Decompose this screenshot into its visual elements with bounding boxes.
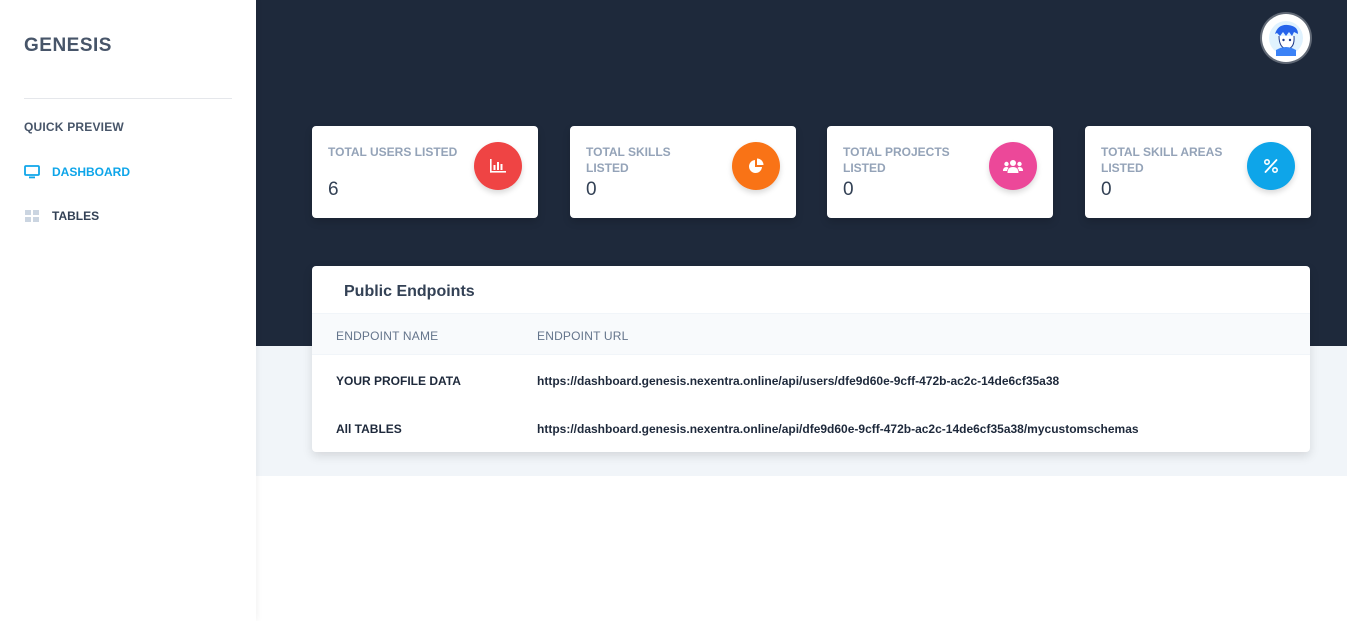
percent-icon	[1247, 142, 1295, 190]
table-row: YOUR PROFILE DATA https://dashboard.gene…	[312, 355, 1310, 403]
column-header-url: ENDPOINT URL	[537, 329, 629, 343]
stat-value: 0	[1101, 179, 1112, 200]
endpoint-url[interactable]: https://dashboard.genesis.nexentra.onlin…	[537, 422, 1139, 436]
sidebar-item-label: DASHBOARD	[52, 165, 130, 179]
stat-value: 0	[586, 179, 597, 200]
endpoint-name: YOUR PROFILE DATA	[336, 374, 461, 388]
stat-label: TOTAL SKILL AREAS LISTED	[1101, 145, 1223, 175]
table-row: All TABLES https://dashboard.genesis.nex…	[312, 403, 1310, 451]
stat-card-skill-areas: TOTAL SKILL AREAS LISTED 0	[1085, 126, 1311, 218]
sidebar-divider	[24, 98, 232, 99]
panel-title: Public Endpoints	[344, 283, 475, 300]
sidebar-item-dashboard[interactable]: DASHBOARD	[24, 165, 130, 179]
endpoint-name: All TABLES	[336, 422, 402, 436]
section-title: QUICK PREVIEW	[24, 120, 124, 134]
avatar-icon	[1269, 21, 1303, 56]
stat-label: TOTAL PROJECTS LISTED	[843, 145, 950, 175]
stat-value: 0	[843, 179, 854, 200]
endpoint-url[interactable]: https://dashboard.genesis.nexentra.onlin…	[537, 374, 1059, 388]
table-header: ENDPOINT NAME ENDPOINT URL	[312, 313, 1310, 355]
stat-card-skills: TOTAL SKILLS LISTED 0	[570, 126, 796, 218]
sidebar-item-tables[interactable]: TABLES	[24, 209, 99, 223]
stat-card-users: TOTAL USERS LISTED 6	[312, 126, 538, 218]
stat-value: 6	[328, 179, 339, 200]
column-header-name: ENDPOINT NAME	[336, 329, 439, 343]
brand-logo[interactable]: GENESIS	[24, 35, 112, 57]
stat-label: TOTAL SKILLS LISTED	[586, 145, 671, 175]
stat-card-projects: TOTAL PROJECTS LISTED 0	[827, 126, 1053, 218]
sidebar: GENESIS QUICK PREVIEW DASHBOARD TABLES	[0, 0, 256, 621]
monitor-icon	[24, 165, 40, 179]
public-endpoints-panel: Public Endpoints ENDPOINT NAME ENDPOINT …	[312, 266, 1310, 452]
users-icon	[989, 142, 1037, 190]
user-avatar[interactable]	[1262, 14, 1310, 62]
stat-label: TOTAL USERS LISTED	[328, 145, 458, 159]
table-icon	[24, 209, 40, 223]
sidebar-item-label: TABLES	[52, 209, 100, 223]
pie-chart-icon	[732, 142, 780, 190]
bar-chart-icon	[474, 142, 522, 190]
